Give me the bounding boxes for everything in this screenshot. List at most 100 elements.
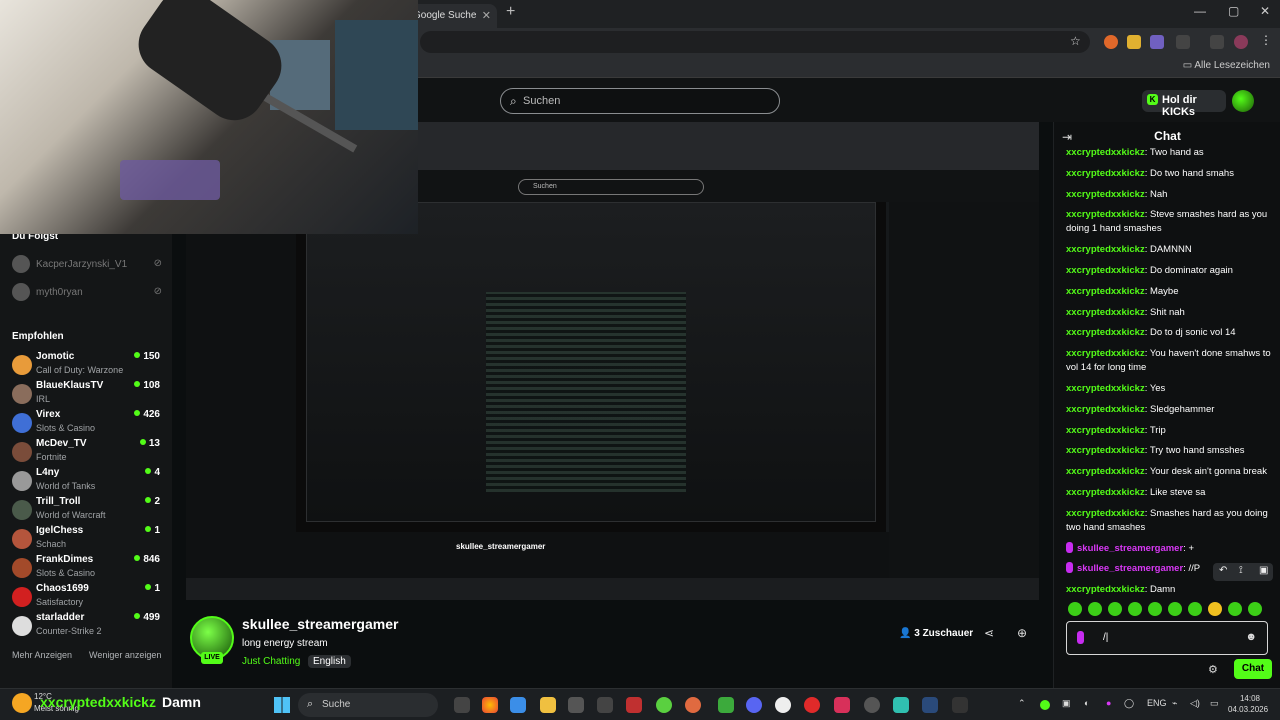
show-less-link[interactable]: Weniger anzeigen [89,650,161,660]
recommended-item[interactable]: Virex Slots & Casino 426 [12,409,160,437]
recommended-item[interactable]: BlaueKlausTV IRL 108 [12,380,160,408]
emote-icon[interactable] [1128,602,1142,616]
chat-username[interactable]: xxcryptedxxkickz [1066,209,1145,220]
show-more-link[interactable]: Mehr Anzeigen [12,650,72,660]
tray-app-icon[interactable] [1040,700,1050,710]
chat-input[interactable]: /| ☻ [1066,621,1268,655]
gear-icon[interactable]: ⚙ [1208,663,1218,676]
extension-icon[interactable] [1150,35,1164,49]
search-input[interactable]: ⌕ Suchen [500,88,780,114]
recommended-item[interactable]: Trill_Troll World of Warcraft 2 [12,496,160,524]
all-bookmarks[interactable]: ▭ Alle Lesezeichen [1183,60,1270,71]
recommended-item[interactable]: Chaos1699 Satisfactory 1 [12,583,160,611]
following-item[interactable]: KacperJarzynski_V1 ⊘ [12,255,162,275]
chrome-icon[interactable] [482,697,498,713]
chat-username[interactable]: xxcryptedxxkickz [1066,487,1145,498]
delete-icon[interactable]: ▣ [1259,565,1268,576]
chat-message[interactable]: xxcryptedxxkickz: Two hand as [1066,146,1272,160]
chat-message[interactable]: xxcryptedxxkickz: Sledgehammer [1066,403,1272,417]
chat-username[interactable]: xxcryptedxxkickz [1066,307,1145,318]
chat-username[interactable]: xxcryptedxxkickz [1066,508,1145,519]
tray-app-icon[interactable]: ▣ [1062,698,1071,709]
streamer-name[interactable]: skullee_streamergamer [242,616,398,632]
app-icon[interactable] [656,697,672,713]
chat-username[interactable]: skullee_streamergamer [1077,543,1183,554]
network-icon[interactable]: ⌁ [1172,698,1177,709]
chat-message[interactable]: xxcryptedxxkickz: Do dominator again [1066,264,1272,278]
chat-username[interactable]: xxcryptedxxkickz [1066,584,1145,595]
close-tab-icon[interactable]: ✕ [482,9,491,22]
chat-username[interactable]: xxcryptedxxkickz [1066,265,1145,276]
language-tag[interactable]: English [308,655,351,668]
recommended-item[interactable]: FrankDimes Slots & Casino 846 [12,554,160,582]
reply-icon[interactable]: ↶ [1219,565,1227,576]
emote-icon[interactable] [1188,602,1202,616]
tray-app-icon[interactable]: ◐ [1084,698,1089,708]
recommended-item[interactable]: starladder Counter-Strike 2 499 [12,612,160,640]
chat-username[interactable]: xxcryptedxxkickz [1066,286,1145,297]
user-avatar[interactable] [1232,90,1254,112]
app-icon[interactable] [804,697,820,713]
weather-icon[interactable] [12,693,32,713]
app-icon[interactable] [685,697,701,713]
mic-icon[interactable]: ● [1106,698,1111,708]
emote-icon[interactable] [1248,602,1262,616]
following-item[interactable]: myth0ryan ⊘ [12,283,162,303]
menu-icon[interactable] [1210,35,1224,49]
emote-icon[interactable] [1208,602,1222,616]
recommended-item[interactable]: McDev_TV Fortnite 13 [12,438,160,466]
app-icon[interactable] [568,697,584,713]
chat-message[interactable]: xxcryptedxxkickz: Try two hand smsshes [1066,444,1272,458]
emote-icon[interactable] [1108,602,1122,616]
chat-username[interactable]: xxcryptedxxkickz [1066,168,1145,179]
puzzle-icon[interactable] [1176,35,1190,49]
chat-username[interactable]: skullee_streamergamer [1077,563,1183,574]
app-icon[interactable] [834,697,850,713]
app-icon[interactable] [775,697,791,713]
app-icon[interactable] [626,697,642,713]
steam-icon[interactable] [922,697,938,713]
send-chat-button[interactable]: Chat [1234,659,1272,679]
profile-icon[interactable] [1234,35,1248,49]
chat-message[interactable]: xxcryptedxxkickz: Trip [1066,424,1272,438]
taskbar-search[interactable]: ⌕ Suche [298,693,438,717]
chat-username[interactable]: xxcryptedxxkickz [1066,327,1145,338]
windows-start-icon[interactable] [274,697,290,713]
explorer-icon[interactable] [540,697,556,713]
recommended-item[interactable]: Jomotic Call of Duty: Warzone 150 [12,351,160,379]
discord-icon[interactable] [746,697,762,713]
tray-app-icon[interactable]: ◯ [1124,698,1134,709]
chat-message[interactable]: xxcryptedxxkickz: Smashes hard as you do… [1066,507,1272,535]
app-icon[interactable] [597,697,613,713]
chat-message[interactable]: xxcryptedxxkickz: You haven't done smahw… [1066,347,1272,375]
chat-username[interactable]: xxcryptedxxkickz [1066,445,1145,456]
close-window-icon[interactable]: ✕ [1260,4,1270,18]
volume-icon[interactable]: ◁) [1190,698,1200,709]
clock[interactable]: 14:08 04.03.2026 [1228,693,1268,715]
emoji-icon[interactable]: ☻ [1245,631,1257,643]
chat-message[interactable]: xxcryptedxxkickz: Your desk ain't gonna … [1066,465,1272,479]
extension-icon[interactable] [1127,35,1141,49]
chat-message[interactable]: xxcryptedxxkickz: Do two hand smahs [1066,167,1272,181]
app-icon[interactable] [718,697,734,713]
stream-category[interactable]: Just Chatting [242,656,300,667]
recommended-item[interactable]: L4ny World of Tanks 4 [12,467,160,495]
address-bar[interactable] [420,31,1090,53]
battery-icon[interactable]: ▭ [1210,698,1219,709]
emote-icon[interactable] [1168,602,1182,616]
get-kicks-button[interactable]: K Hol dir KICKs [1142,90,1226,118]
chat-username[interactable]: xxcryptedxxkickz [1066,466,1145,477]
chat-username[interactable]: xxcryptedxxkickz [1066,189,1145,200]
chat-message[interactable]: xxcryptedxxkickz: Damn [1066,583,1272,597]
chat-message[interactable]: xxcryptedxxkickz: Maybe [1066,285,1272,299]
chat-username[interactable]: xxcryptedxxkickz [1066,404,1145,415]
task-view-icon[interactable] [454,697,470,713]
new-tab-icon[interactable]: + [506,3,515,21]
chat-message[interactable]: xxcryptedxxkickz: DAMNNN [1066,243,1272,257]
chat-message[interactable]: xxcryptedxxkickz: Steve smashes hard as … [1066,208,1272,236]
browser-tab[interactable]: Google Suche ✕ [405,4,497,28]
emote-icon[interactable] [1088,602,1102,616]
tray-chevron-icon[interactable]: ⌃ [1018,698,1026,709]
pin-icon[interactable]: ⟟ [1239,565,1243,576]
more-menu-icon[interactable]: ⋮ [1260,33,1272,47]
